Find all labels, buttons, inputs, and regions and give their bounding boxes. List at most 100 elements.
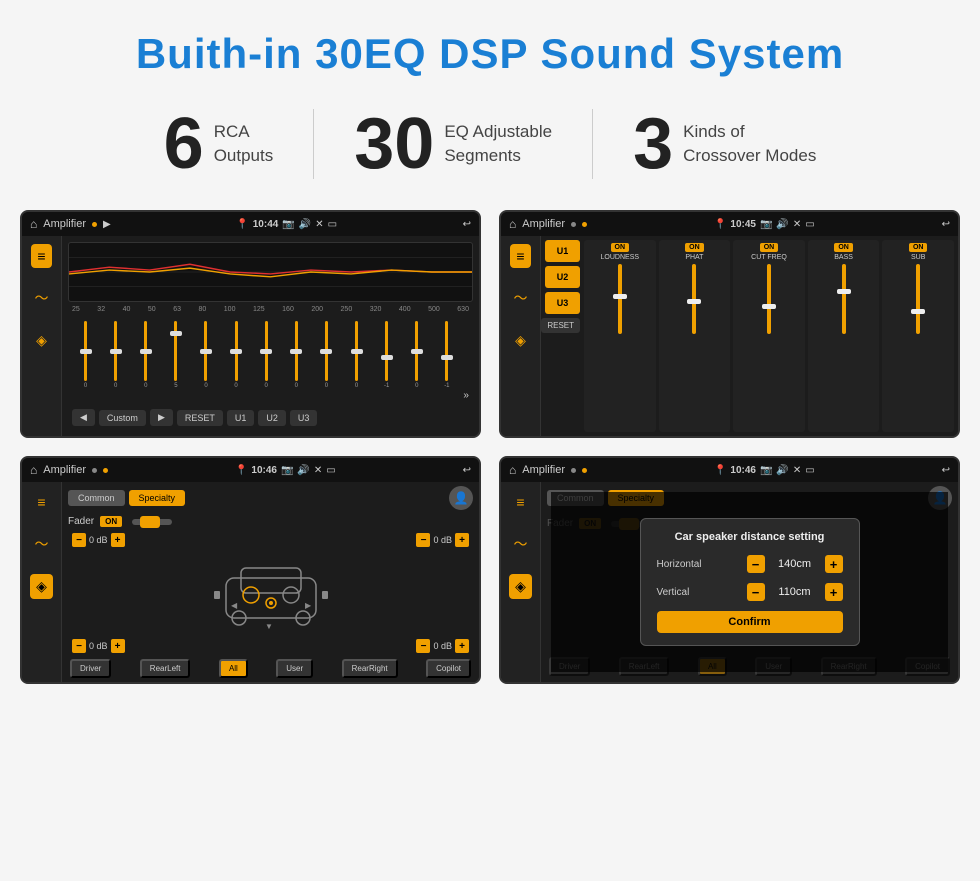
fader-on-badge[interactable]: ON: [100, 516, 122, 527]
db-top-right-minus[interactable]: −: [416, 533, 430, 547]
ctrl-loudness: ON LOUDNESS: [584, 240, 656, 432]
dist-sidebar-wave[interactable]: 〜: [510, 530, 532, 558]
cr-sidebar-eq[interactable]: ≡: [510, 244, 530, 268]
channel-u1-btn[interactable]: U1: [545, 240, 580, 262]
freq-label-8: 160: [282, 306, 294, 313]
back-icon-fader[interactable]: ↩: [463, 465, 471, 476]
fader-tab-common[interactable]: Common: [68, 490, 125, 506]
screens-grid: ⌂ Amplifier ▶ 📍 10:44 📷 🔊 ✕ ▭ ↩ ≡ 〜 ◈: [20, 210, 960, 684]
eq-slider-3[interactable]: 5: [162, 321, 189, 401]
stat-crossover: 3 Kinds of Crossover Modes: [593, 108, 856, 180]
db-top-right-plus[interactable]: +: [455, 533, 469, 547]
home-icon-distance[interactable]: ⌂: [509, 463, 516, 477]
eq-reset-btn[interactable]: RESET: [177, 410, 223, 426]
all-btn[interactable]: All: [219, 659, 248, 678]
fader-sidebar-speaker[interactable]: ◈: [30, 574, 53, 599]
eq-slider-11[interactable]: 0: [403, 321, 430, 401]
eq-slider-10[interactable]: -1: [373, 321, 400, 401]
sub-slider[interactable]: [916, 264, 920, 334]
cutfreq-slider[interactable]: [767, 264, 771, 334]
copilot-btn[interactable]: Copilot: [426, 659, 471, 678]
rearright-btn[interactable]: RearRight: [342, 659, 398, 678]
back-icon[interactable]: ↩: [463, 219, 471, 230]
eq-slider-9[interactable]: 0: [343, 321, 370, 401]
x-icon[interactable]: ✕: [315, 219, 323, 230]
eq-next-btn[interactable]: ▶: [150, 409, 173, 426]
stat-rca-text: RCA Outputs: [214, 120, 274, 168]
cr-sidebar-speaker[interactable]: ◈: [511, 328, 530, 353]
stat-rca: 6 RCA Outputs: [124, 108, 314, 180]
crossover-reset-btn[interactable]: RESET: [541, 318, 580, 333]
eq-prev-btn[interactable]: ◀: [72, 409, 95, 426]
fader-tab-specialty[interactable]: Specialty: [129, 490, 186, 506]
eq-sidebar-wave-btn[interactable]: 〜: [31, 284, 53, 312]
eq-slider-5[interactable]: 0: [223, 321, 250, 401]
stat-eq-text: EQ Adjustable Segments: [444, 120, 552, 168]
play-icon[interactable]: ▶: [103, 219, 111, 230]
ctrl-cutfreq: ON CUT FREQ: [733, 240, 805, 432]
back-icon-cr[interactable]: ↩: [942, 219, 950, 230]
eq-sidebar-speaker-btn[interactable]: ◈: [32, 328, 51, 353]
eq-slider-7[interactable]: 0: [283, 321, 310, 401]
distance-app-title: Amplifier: [522, 464, 565, 476]
fader-app-title: Amplifier: [43, 464, 86, 476]
db-bottom-left-minus[interactable]: −: [72, 639, 86, 653]
channel-u2-btn[interactable]: U2: [545, 266, 580, 288]
rearleft-btn[interactable]: RearLeft: [140, 659, 191, 678]
channel-u3-btn[interactable]: U3: [545, 292, 580, 314]
home-icon-fader[interactable]: ⌂: [30, 463, 37, 477]
db-bottom-right-plus[interactable]: +: [455, 639, 469, 653]
fader-sidebar-eq[interactable]: ≡: [33, 490, 49, 514]
vol-icon[interactable]: 🔊: [299, 219, 311, 230]
back-icon-distance[interactable]: ↩: [942, 465, 950, 476]
eq-slider-2[interactable]: 0: [132, 321, 159, 401]
stats-row: 6 RCA Outputs 30 EQ Adjustable Segments …: [20, 108, 960, 180]
horizontal-plus-btn[interactable]: +: [825, 555, 843, 573]
dist-sidebar-speaker[interactable]: ◈: [509, 574, 532, 599]
freq-label-7: 125: [253, 306, 265, 313]
db-bottom-right-control: − 0 dB +: [416, 639, 469, 653]
sub-on-badge: ON: [909, 243, 928, 252]
user-btn[interactable]: User: [276, 659, 313, 678]
cr-sidebar-wave[interactable]: 〜: [510, 284, 532, 312]
eq-slider-6[interactable]: 0: [253, 321, 280, 401]
fader-tabs: Common Specialty 👤: [68, 486, 473, 510]
eq-sidebar: ≡ 〜 ◈: [22, 236, 62, 436]
dialog-overlay: Car speaker distance setting Horizontal …: [551, 492, 948, 672]
confirm-button[interactable]: Confirm: [657, 611, 843, 633]
eq-u2-btn[interactable]: U2: [258, 410, 286, 426]
eq-slider-12[interactable]: -1: [433, 321, 460, 401]
fader-sidebar-wave[interactable]: 〜: [31, 530, 53, 558]
eq-sidebar-eq-btn[interactable]: ≡: [31, 244, 51, 268]
vertical-plus-btn[interactable]: +: [825, 583, 843, 601]
home-icon-cr[interactable]: ⌂: [509, 217, 516, 231]
eq-u1-btn[interactable]: U1: [227, 410, 255, 426]
phat-slider[interactable]: [692, 264, 696, 334]
dist-sidebar-eq[interactable]: ≡: [512, 490, 528, 514]
eq-slider-1[interactable]: 0: [102, 321, 129, 401]
fader-track[interactable]: [132, 519, 172, 525]
freq-label-11: 320: [370, 306, 382, 313]
status-bar-eq: ⌂ Amplifier ▶ 📍 10:44 📷 🔊 ✕ ▭ ↩: [22, 212, 479, 236]
db-top-left-plus[interactable]: +: [111, 533, 125, 547]
eq-main-area: 25 32 40 50 63 80 100 125 160 200 250 32…: [62, 236, 479, 436]
db-bottom-left-control: − 0 dB +: [72, 639, 125, 653]
eq-slider-8[interactable]: 0: [313, 321, 340, 401]
db-top-left-minus[interactable]: −: [72, 533, 86, 547]
eq-slider-4[interactable]: 0: [192, 321, 219, 401]
eq-slider-0[interactable]: 0: [72, 321, 99, 401]
bass-slider[interactable]: [842, 264, 846, 334]
home-icon[interactable]: ⌂: [30, 217, 37, 231]
horizontal-minus-btn[interactable]: −: [747, 555, 765, 573]
eq-more-icon[interactable]: »: [463, 390, 469, 401]
driver-btn[interactable]: Driver: [70, 659, 111, 678]
db-bottom-right-minus[interactable]: −: [416, 639, 430, 653]
db-bottom-left-plus[interactable]: +: [111, 639, 125, 653]
loudness-slider[interactable]: [618, 264, 622, 334]
eq-custom-btn[interactable]: Custom: [99, 410, 146, 426]
distance-sidebar: ≡ 〜 ◈: [501, 482, 541, 682]
vertical-minus-btn[interactable]: −: [747, 583, 765, 601]
dot-1: [92, 222, 97, 227]
distance-dialog: Car speaker distance setting Horizontal …: [640, 518, 860, 646]
eq-u3-btn[interactable]: U3: [290, 410, 318, 426]
